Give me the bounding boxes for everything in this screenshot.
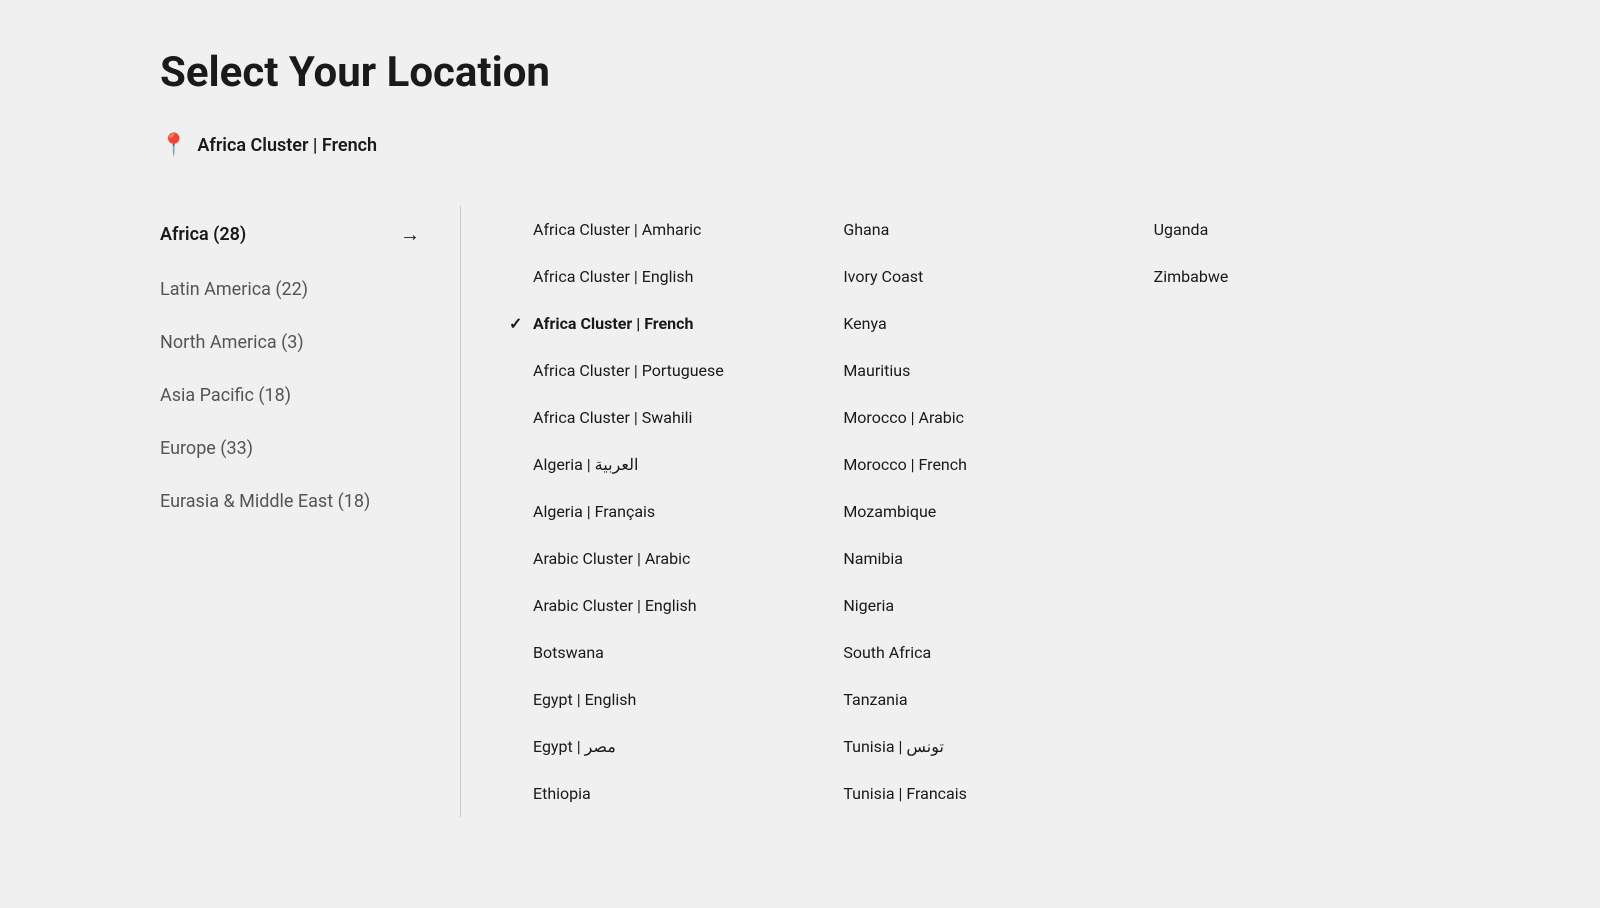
sidebar-item-africa[interactable]: Africa (28) → [160,206,420,263]
location-item-label: Morocco | French [843,455,967,474]
location-item-label: Africa Cluster | English [533,267,694,286]
location-item[interactable]: Ivory Coast [819,253,1129,300]
location-item[interactable]: Egypt | مصر [509,723,819,770]
location-item[interactable]: Ethiopia [509,770,819,817]
location-item[interactable]: Algeria | Français [509,488,819,535]
main-content: Africa (28) → Latin America (22) North A… [160,206,1440,817]
location-item[interactable]: Algeria | العربية [509,441,819,488]
sidebar-item-north-america[interactable]: North America (3) [160,316,420,369]
location-item-label: Mauritius [843,361,910,380]
location-item-label: Africa Cluster | Portuguese [533,361,724,380]
sidebar: Africa (28) → Latin America (22) North A… [160,206,460,817]
location-item[interactable]: Africa Cluster | Swahili [509,394,819,441]
location-item-label: Tunisia | Francais [843,784,967,803]
location-item-label: Algeria | Français [533,502,655,521]
page-container: Select Your Location 📍 Africa Cluster | … [0,0,1600,865]
location-item-label: Ivory Coast [843,267,923,286]
location-item[interactable]: Ghana [819,206,1129,253]
location-item-label: Tunisia | تونس [843,737,944,756]
location-item[interactable]: Botswana [509,629,819,676]
location-item[interactable]: Morocco | French [819,441,1129,488]
sidebar-item-africa-label: Africa (28) [160,224,246,245]
location-item-label: Morocco | Arabic [843,408,964,427]
locations-column-2: Ghana Ivory Coast Kenya Mauritius Morocco | … [819,206,1129,817]
location-item[interactable]: Arabic Cluster | English [509,582,819,629]
location-item-label: Kenya [843,314,886,333]
check-icon: ✓ [509,314,525,333]
page-title: Select Your Location [160,48,1440,97]
location-item[interactable]: Mauritius [819,347,1129,394]
location-item[interactable]: Mozambique [819,488,1129,535]
location-item-label: Algeria | العربية [533,455,638,474]
sidebar-item-europe[interactable]: Europe (33) [160,422,420,475]
sidebar-item-asia-pacific[interactable]: Asia Pacific (18) [160,369,420,422]
location-item-label: Arabic Cluster | English [533,596,697,615]
location-item-label: South Africa [843,643,931,662]
location-item-label: Zimbabwe [1154,267,1229,286]
locations-panel: Africa Cluster | Amharic Africa Cluster |… [509,206,1440,817]
location-item[interactable]: South Africa [819,629,1129,676]
current-location-bar: 📍 Africa Cluster | French [160,133,1440,158]
location-item[interactable]: Africa Cluster | Portuguese [509,347,819,394]
location-item[interactable]: Kenya [819,300,1129,347]
location-pin-icon: 📍 [160,133,187,158]
sidebar-item-eurasia[interactable]: Eurasia & Middle East (18) [160,475,420,528]
location-item[interactable]: Egypt | English [509,676,819,723]
location-item[interactable]: Morocco | Arabic [819,394,1129,441]
sidebar-item-europe-label: Europe (33) [160,438,253,459]
locations-column-1: Africa Cluster | Amharic Africa Cluster |… [509,206,819,817]
location-item-label: Africa Cluster | Amharic [533,220,701,239]
location-item-label: Nigeria [843,596,894,615]
location-item-label: Egypt | مصر [533,737,616,756]
sidebar-item-latin-america[interactable]: Latin America (22) [160,263,420,316]
sidebar-divider [460,206,461,817]
sidebar-item-asia-pacific-label: Asia Pacific (18) [160,385,291,406]
location-item-label: Africa Cluster | French [533,314,693,333]
location-item-label: Uganda [1154,220,1209,239]
location-item-label: Arabic Cluster | Arabic [533,549,690,568]
location-item-label: Tanzania [843,690,907,709]
location-item[interactable]: Africa Cluster | Amharic [509,206,819,253]
location-item-label: Botswana [533,643,604,662]
location-item-label: Ethiopia [533,784,591,803]
location-item[interactable]: Tunisia | Francais [819,770,1129,817]
location-item[interactable]: Nigeria [819,582,1129,629]
location-item-label: Ghana [843,220,889,239]
location-item[interactable]: ✓ Africa Cluster | French [509,300,819,347]
location-item-label: Mozambique [843,502,936,521]
arrow-right-icon: → [400,222,420,247]
location-item[interactable]: Uganda [1130,206,1440,253]
sidebar-item-latin-america-label: Latin America (22) [160,279,308,300]
sidebar-item-eurasia-label: Eurasia & Middle East (18) [160,491,370,512]
sidebar-item-north-america-label: North America (3) [160,332,304,353]
current-location-text: Africa Cluster | French [197,135,377,156]
location-item-label: Namibia [843,549,903,568]
location-item[interactable]: Tanzania [819,676,1129,723]
location-item-label: Africa Cluster | Swahili [533,408,692,427]
location-item[interactable]: Africa Cluster | English [509,253,819,300]
location-item[interactable]: Namibia [819,535,1129,582]
location-item-label: Egypt | English [533,690,636,709]
location-item[interactable]: Tunisia | تونس [819,723,1129,770]
locations-column-3: Uganda Zimbabwe [1130,206,1440,817]
location-item[interactable]: Zimbabwe [1130,253,1440,300]
location-item[interactable]: Arabic Cluster | Arabic [509,535,819,582]
